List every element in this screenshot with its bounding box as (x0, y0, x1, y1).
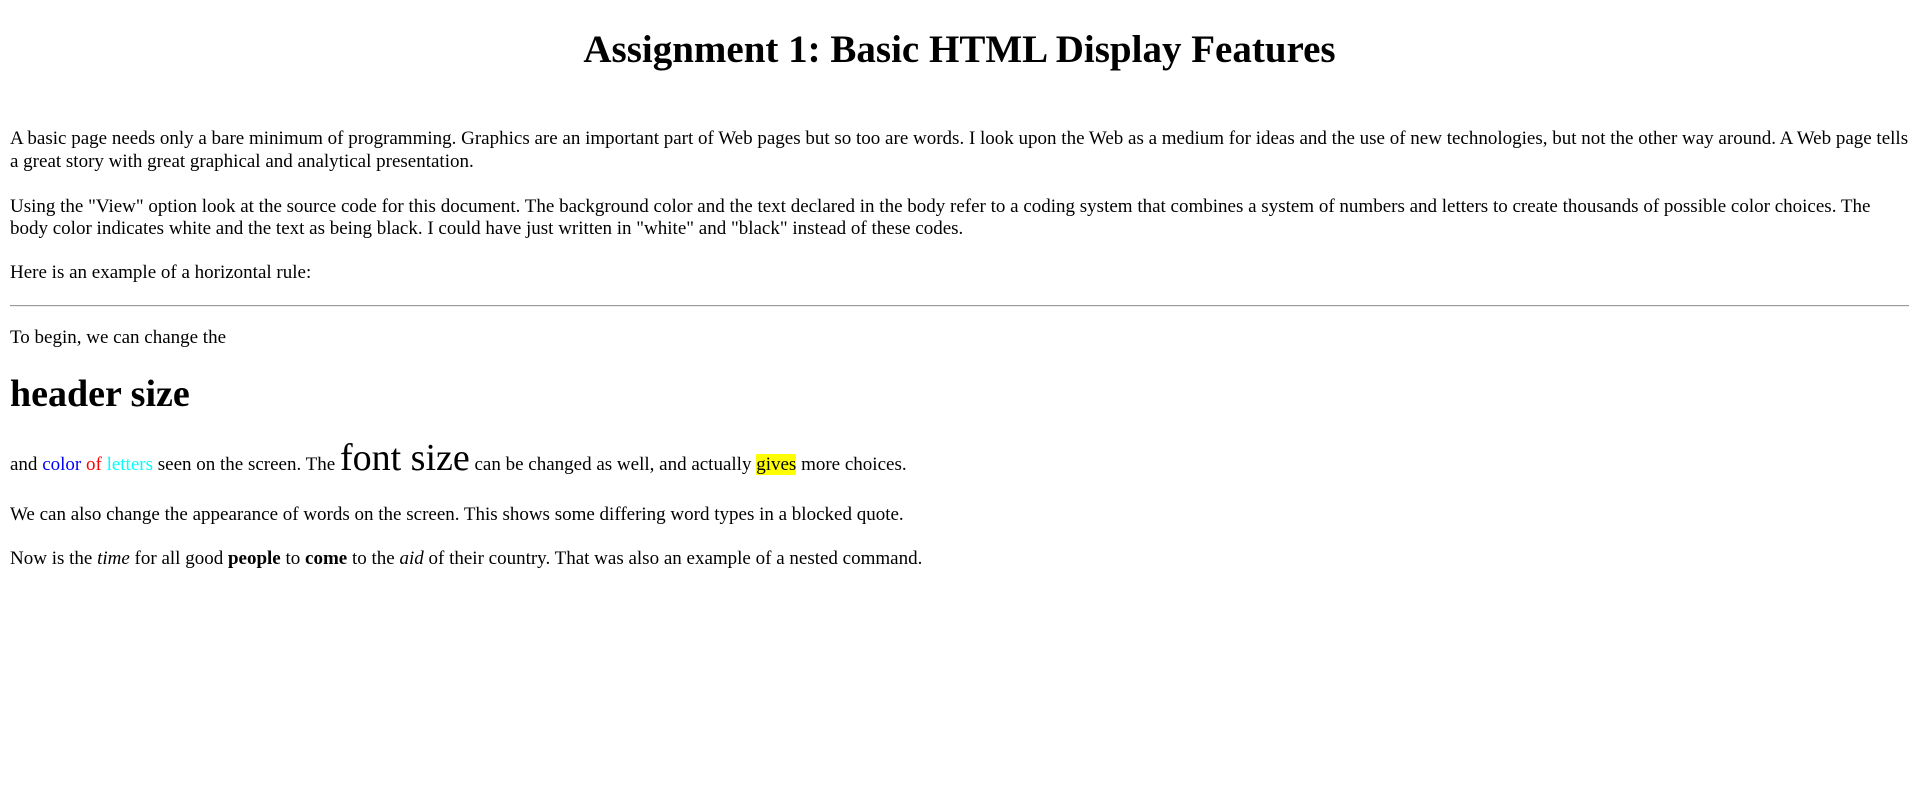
color-font-paragraph: and color of letters seen on the screen.… (10, 436, 1909, 487)
colored-word-of: of (85, 453, 102, 475)
to-begin-paragraph: To begin, we can change the (10, 326, 227, 348)
colored-word-letters: letters (106, 453, 153, 475)
nested-command-paragraph: Now is the time for all good people to c… (10, 548, 1909, 571)
text-to-the: to the (347, 547, 400, 569)
bold-word-people: people (227, 547, 281, 569)
intro-paragraph: A basic page needs only a bare minimum o… (10, 128, 1909, 172)
text-for-all: for all good (129, 547, 228, 569)
bold-word-come: come (305, 547, 348, 569)
horizontal-rule-intro: Here is an example of a horizontal rule: (10, 262, 312, 284)
appearance-paragraph: We can also change the appearance of wor… (10, 503, 904, 525)
text-and: and (10, 453, 43, 475)
text-seen: seen on the screen. The (153, 453, 340, 475)
text-now: Now is the (10, 547, 98, 569)
text-to: to (280, 547, 306, 569)
page-title: Assignment 1: Basic HTML Display Feature… (583, 28, 1336, 71)
italic-word-time: time (97, 547, 130, 569)
text-rest: of their country. That was also an examp… (423, 547, 923, 569)
colored-word-color: color (42, 453, 82, 475)
text-changed: can be changed as well, and actually (469, 453, 757, 475)
document-body: Assignment 1: Basic HTML Display Feature… (0, 0, 1919, 570)
header-size-heading: header size (10, 372, 190, 415)
source-code-paragraph: Using the "View" option look at the sour… (10, 195, 1871, 240)
italic-word-aid: aid (399, 547, 424, 569)
font-size-text: font size (339, 436, 470, 479)
horizontal-rule (10, 304, 1909, 307)
text-more-choices: more choices. (796, 453, 907, 475)
highlighted-word-gives: gives (756, 453, 797, 475)
